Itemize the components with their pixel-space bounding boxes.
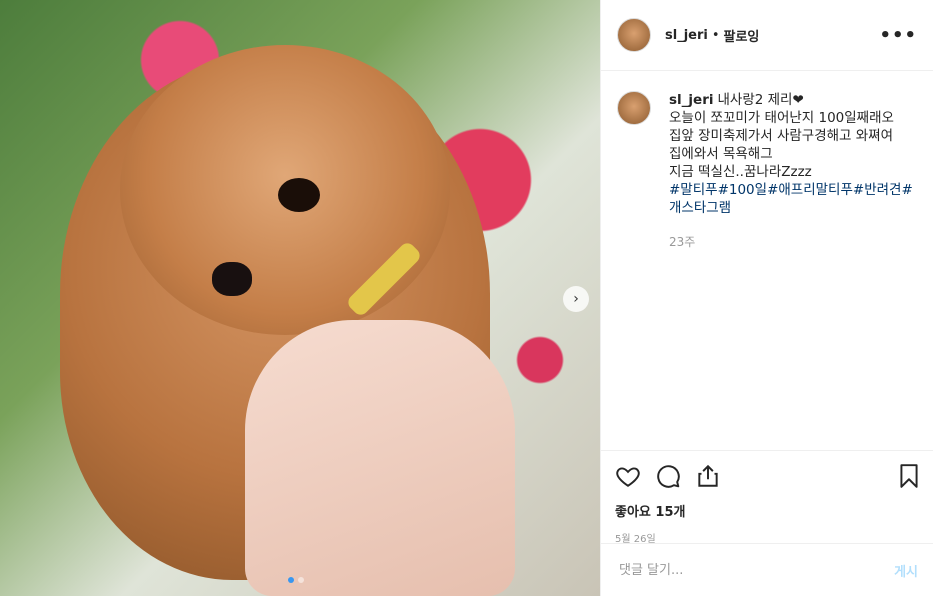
comment-time: 23주 bbox=[669, 235, 696, 249]
comment-input[interactable] bbox=[617, 561, 895, 579]
post-comment-button[interactable]: 게시 bbox=[894, 561, 918, 580]
caption-line: 내사랑2 제리❤ bbox=[717, 92, 804, 108]
post-container: › sl_jeri • 팔로잉 ••• sl_jeri 내사랑2 제리❤ 오늘이 … bbox=[0, 0, 933, 596]
following-button[interactable]: 팔로잉 bbox=[724, 26, 760, 45]
caption-line: 집앞 장미축제가서 사람구경해고 와쪄여 bbox=[669, 128, 894, 144]
holding-hand bbox=[245, 320, 515, 596]
post-header: sl_jeri • 팔로잉 ••• bbox=[601, 0, 933, 71]
avatar[interactable] bbox=[617, 18, 651, 52]
caption-avatar[interactable] bbox=[617, 91, 651, 125]
comment-icon[interactable] bbox=[655, 463, 681, 489]
action-bar: 좋아요 15개 5월 26일 bbox=[601, 450, 933, 545]
more-options-icon[interactable]: ••• bbox=[879, 25, 917, 46]
header-username[interactable]: sl_jeri bbox=[665, 28, 708, 43]
post-image[interactable]: › bbox=[0, 0, 600, 596]
share-icon[interactable] bbox=[695, 463, 721, 489]
chevron-right-icon: › bbox=[573, 291, 579, 307]
heart-icon[interactable] bbox=[615, 463, 641, 489]
hashtags[interactable]: #말티푸#100일#애프리말티푸#반려견#개스타그램 bbox=[669, 181, 917, 217]
caption: sl_jeri 내사랑2 제리❤ 오늘이 쪼꼬미가 태어난지 100일째래오 집앞… bbox=[669, 91, 917, 251]
caption-line: 오늘이 쪼꼬미가 태어난지 100일째래오 bbox=[669, 110, 894, 126]
next-image-button[interactable]: › bbox=[563, 286, 589, 312]
post-sidebar: sl_jeri • 팔로잉 ••• sl_jeri 내사랑2 제리❤ 오늘이 쪼꼬… bbox=[600, 0, 933, 596]
likes-count[interactable]: 좋아요 15개 bbox=[615, 501, 922, 520]
caption-username[interactable]: sl_jeri bbox=[669, 92, 713, 108]
comment-box: 게시 bbox=[601, 543, 933, 596]
separator-dot: • bbox=[711, 27, 720, 43]
bookmark-icon[interactable] bbox=[896, 463, 922, 489]
dog-eye bbox=[278, 178, 320, 212]
carousel-indicator bbox=[288, 577, 304, 583]
caption-line: 집에와서 목욕해그 bbox=[669, 146, 773, 162]
carousel-dot-active bbox=[288, 577, 294, 583]
action-icons bbox=[615, 461, 922, 491]
carousel-dot bbox=[298, 577, 304, 583]
caption-line: 지금 떡실신..꿈나라Zzzz bbox=[669, 164, 812, 180]
caption-section: sl_jeri 내사랑2 제리❤ 오늘이 쪼꼬미가 태어난지 100일째래오 집앞… bbox=[601, 71, 933, 251]
dog-nose bbox=[212, 262, 252, 296]
